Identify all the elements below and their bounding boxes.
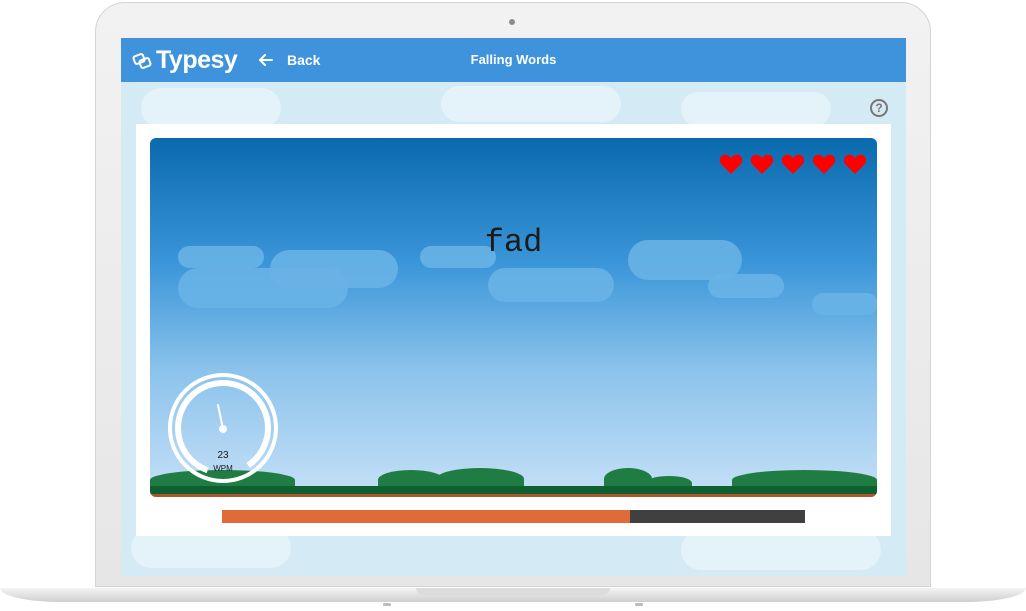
wpm-unit: WPM	[213, 464, 233, 473]
ground-strip	[150, 486, 877, 494]
app-header: Typesy Back Falling Words	[121, 38, 906, 82]
game-canvas[interactable]: fad 23 WPM	[150, 138, 877, 497]
heart-icon	[812, 154, 836, 174]
heart-icon	[750, 154, 774, 174]
background-cloud	[681, 530, 881, 570]
wpm-value: 23	[217, 450, 229, 461]
laptop-foot	[635, 603, 643, 606]
background-cloud	[441, 86, 621, 122]
heart-icon	[719, 154, 743, 174]
app-screen: Typesy Back Falling Words ? fad 23 WPM	[121, 38, 906, 576]
laptop-foot	[383, 603, 391, 606]
lives-indicator	[719, 153, 867, 175]
heart-icon	[781, 154, 805, 174]
background-cloud	[681, 92, 831, 126]
game-card: fad 23 WPM	[136, 124, 891, 536]
level-progress-bar	[222, 510, 805, 523]
background-cloud	[141, 88, 281, 128]
sky-cloud	[488, 268, 614, 302]
help-icon[interactable]: ?	[870, 99, 888, 117]
progress-fill	[222, 510, 631, 523]
wpm-gauge: 23 WPM	[167, 372, 279, 484]
laptop-camera	[509, 19, 515, 25]
ground-edge	[150, 494, 877, 497]
falling-word: fad	[484, 224, 543, 261]
sky-cloud	[812, 293, 877, 315]
page-title: Falling Words	[470, 52, 557, 67]
sky-cloud	[708, 274, 784, 298]
heart-icon	[843, 154, 867, 174]
laptop-base-notch	[416, 588, 610, 595]
